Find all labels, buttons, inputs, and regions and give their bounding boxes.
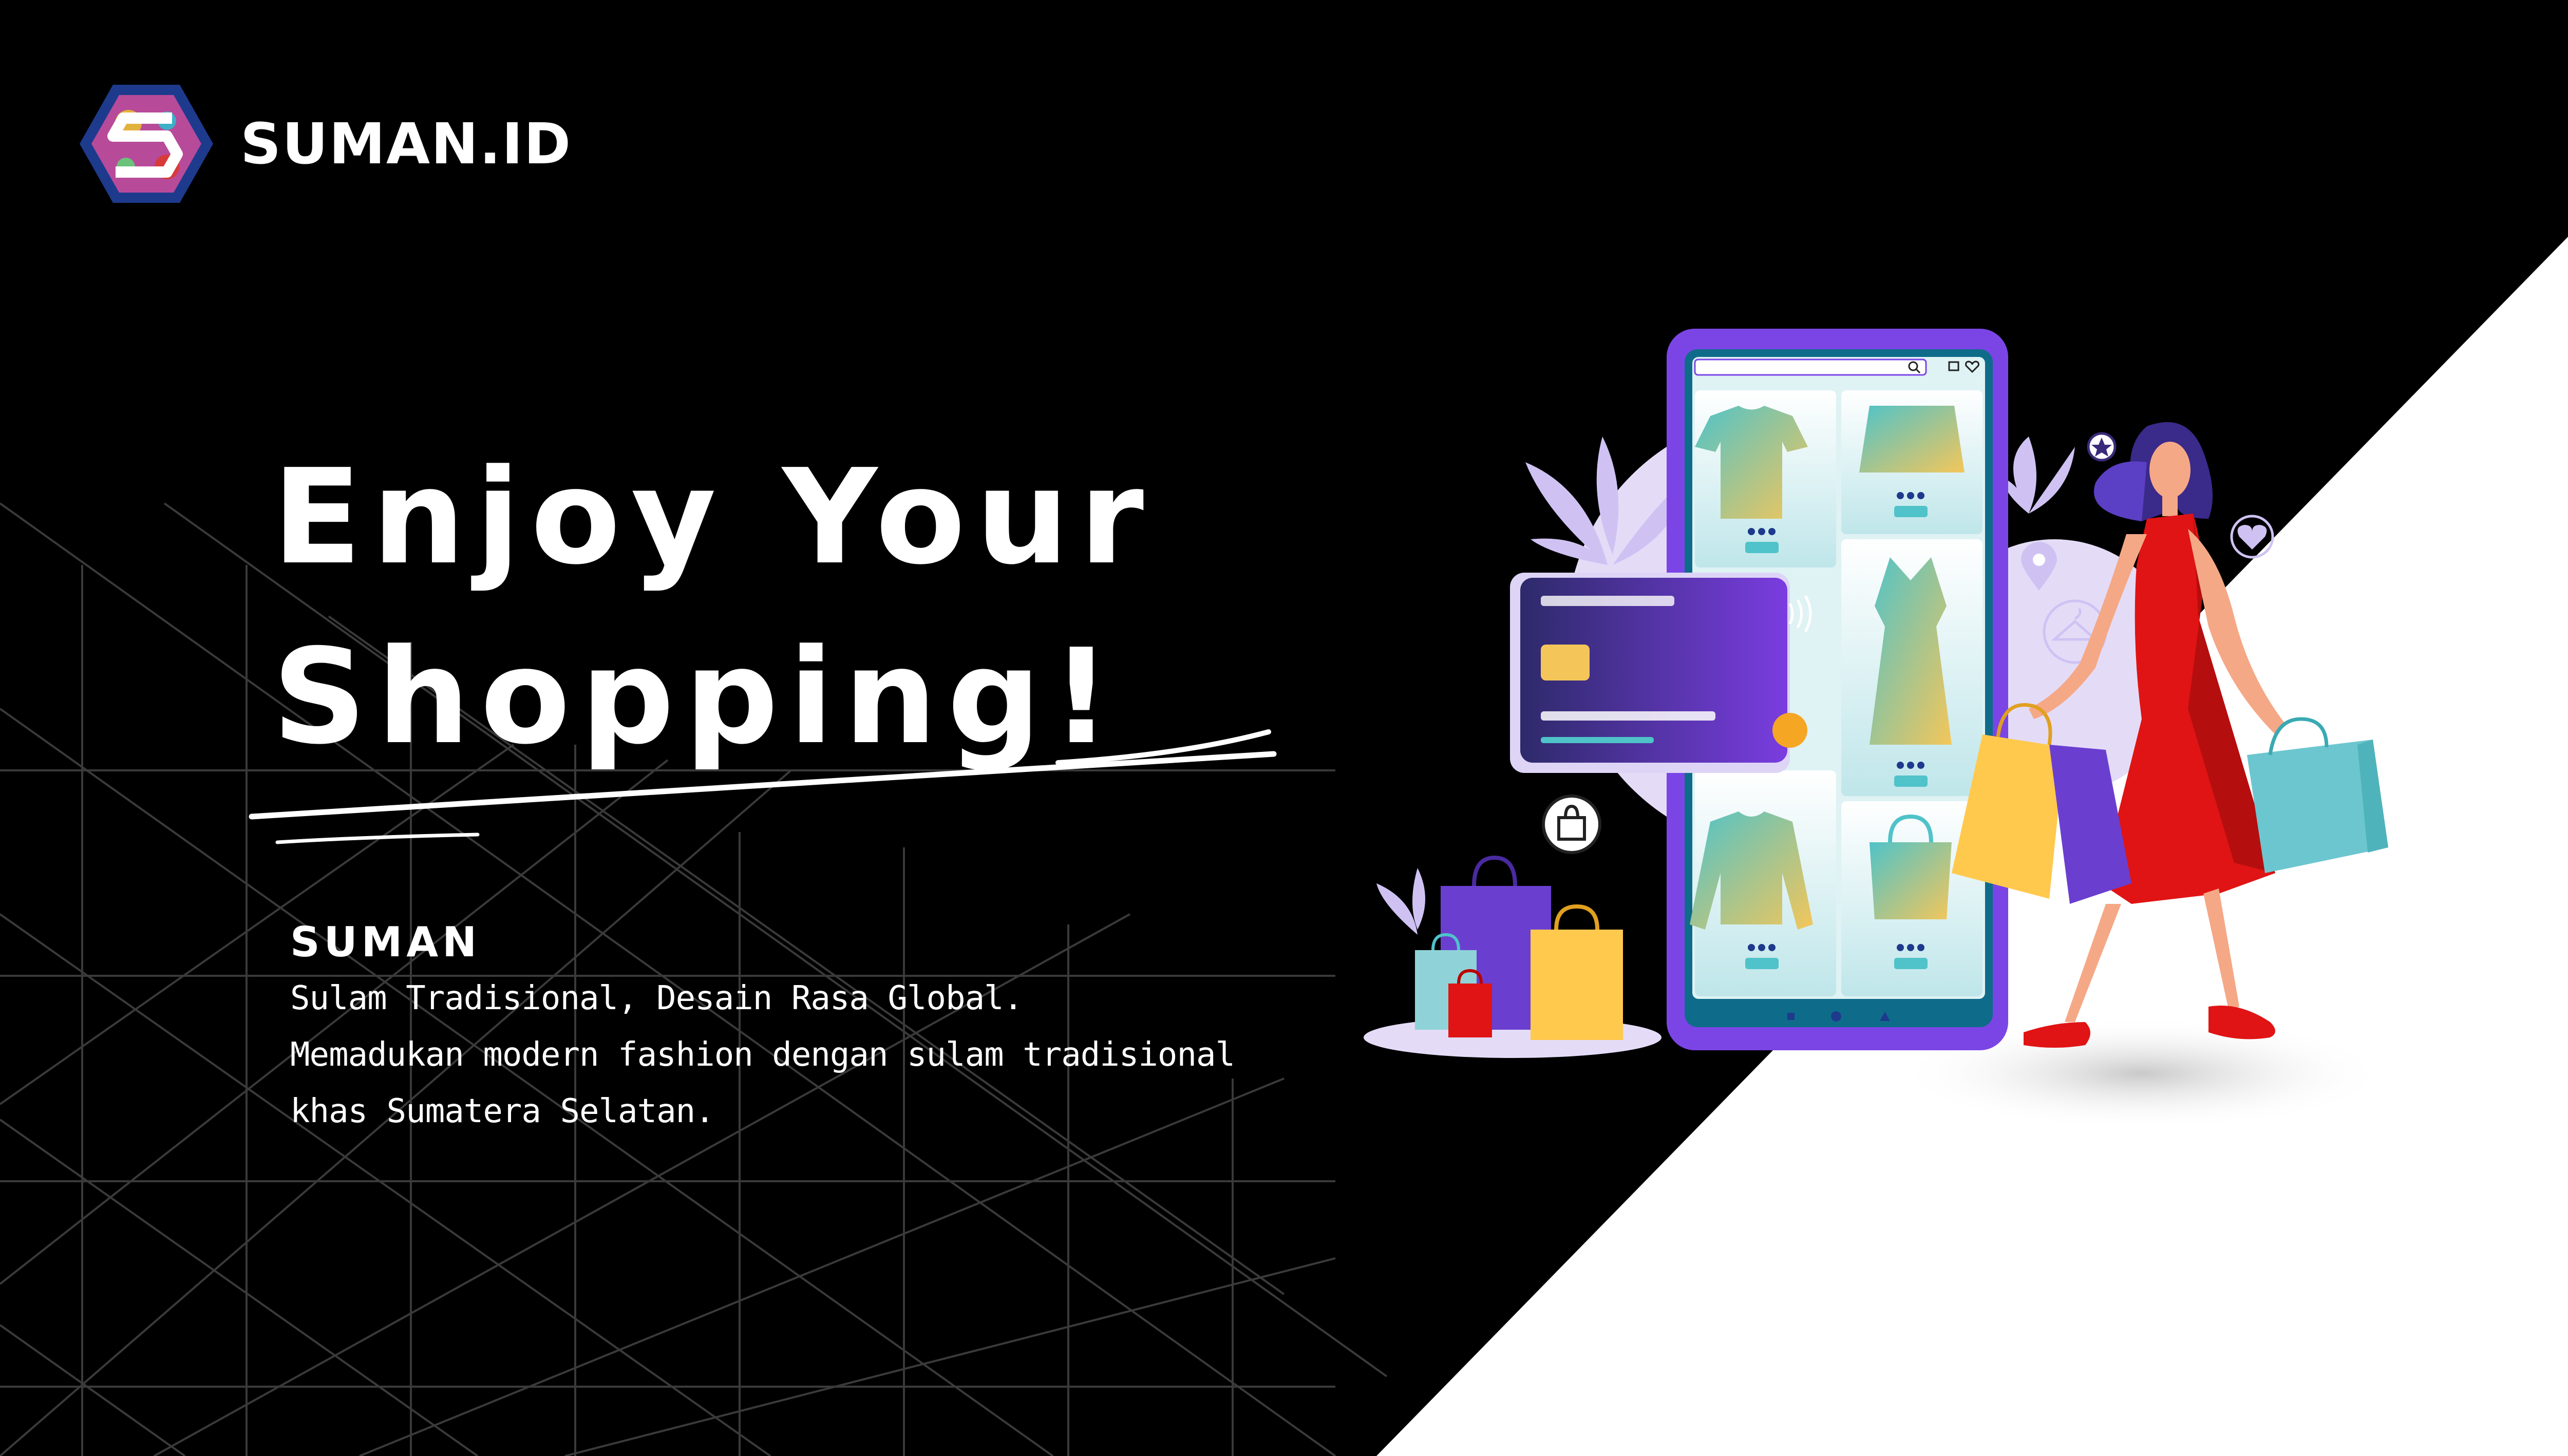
product-card-dress	[1841, 539, 1982, 796]
shopping-illustration	[1364, 329, 2388, 1130]
star-icon	[2087, 432, 2117, 462]
shopping-bag-icon	[1542, 795, 1601, 854]
hero-banner: SUMAN.ID Enjoy Your Shopping! SUMAN Sula…	[0, 0, 2568, 1456]
leaf-small	[1376, 868, 1425, 935]
bag-group	[1364, 855, 1661, 1058]
search-input	[1694, 358, 1927, 376]
credit-card	[1510, 573, 1812, 773]
product-card-skirt	[1841, 390, 1982, 534]
bag-teal-held	[2247, 717, 2388, 873]
nav-square-button	[1787, 1013, 1795, 1020]
heart-icon	[2230, 515, 2274, 559]
product-card-polo	[1695, 390, 1836, 568]
leaf-decoration-right	[2003, 437, 2075, 514]
nav-home-button	[1831, 1011, 1841, 1022]
